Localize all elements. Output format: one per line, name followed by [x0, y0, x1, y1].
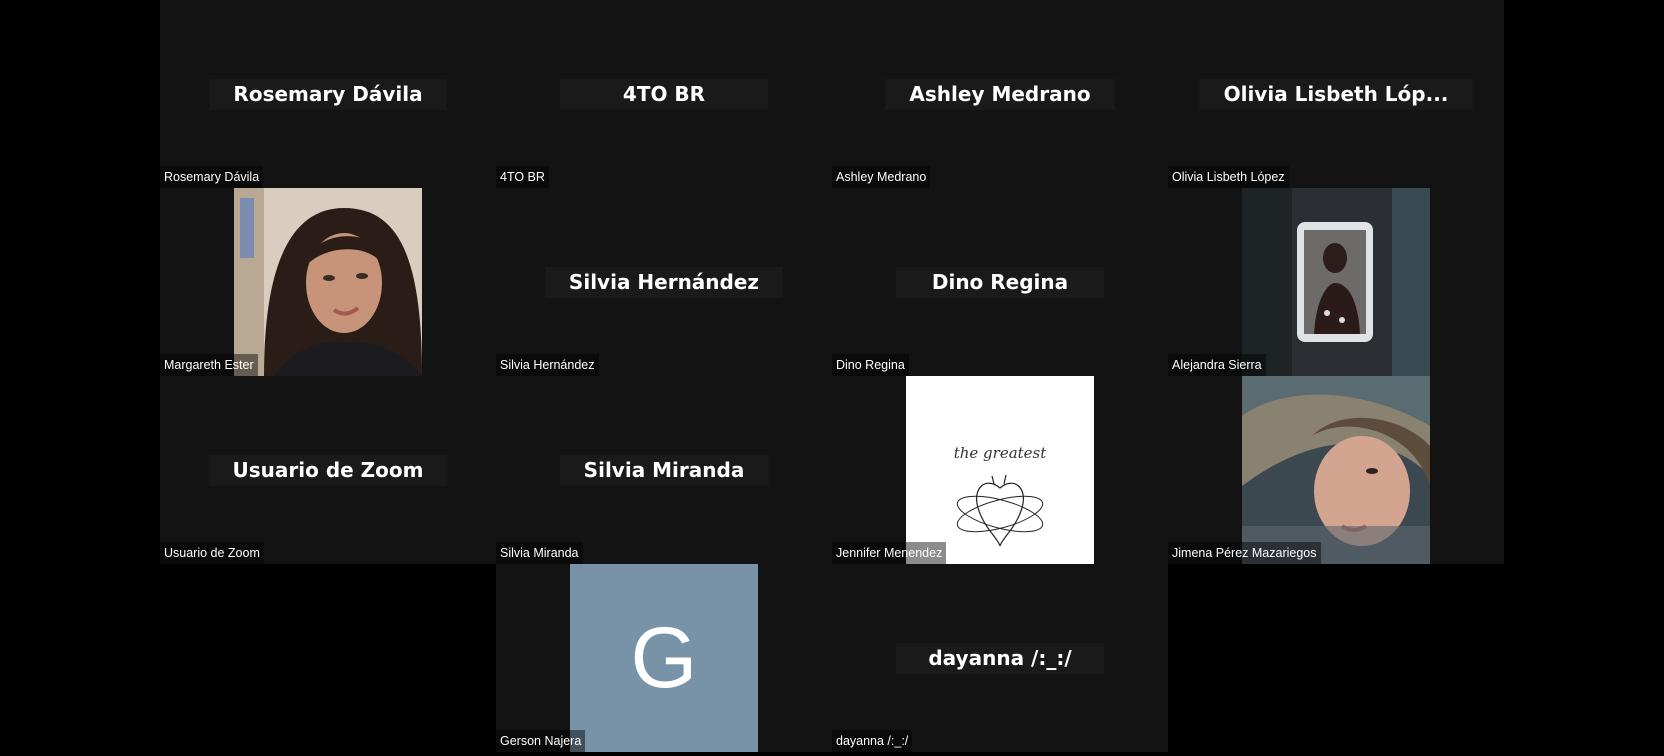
- participant-tile-jennifer-menendez[interactable]: the greatest Jennifer Menendez: [832, 376, 1168, 564]
- participant-name-label: Jennifer Menendez: [832, 542, 947, 564]
- participant-display-name: Rosemary Dávila: [209, 79, 447, 110]
- participant-name-label: 4TO BR: [496, 166, 549, 188]
- participant-tile-4to-br[interactable]: 4TO BR 4TO BR: [496, 0, 832, 188]
- participant-display-name: Olivia Lisbeth Lóp...: [1199, 79, 1473, 110]
- participant-tile-ashley-medrano[interactable]: Ashley Medrano Ashley Medrano: [832, 0, 1168, 188]
- participant-display-name: dayanna /:_:/: [896, 643, 1104, 674]
- participant-display-name: Ashley Medrano: [885, 79, 1115, 110]
- participant-tile-dino-regina[interactable]: Dino Regina Dino Regina: [832, 188, 1168, 376]
- art-text: the greatest: [954, 444, 1048, 462]
- profile-photo: [1242, 188, 1430, 376]
- participant-name-label: Usuario de Zoom: [160, 542, 264, 564]
- participant-name-label: Gerson Najera: [496, 730, 586, 752]
- participant-tile-alejandra-sierra[interactable]: Alejandra Sierra: [1168, 188, 1504, 376]
- participant-tile-dayanna[interactable]: dayanna /:_:/ dayanna /:_:/: [832, 564, 1168, 752]
- profile-photo: [1242, 376, 1430, 564]
- participant-tile-margareth-ester[interactable]: Margareth Ester: [160, 188, 496, 376]
- participant-display-name: Usuario de Zoom: [208, 455, 448, 486]
- participant-tile-rosemary-davila[interactable]: Rosemary Dávila Rosemary Dávila: [160, 0, 496, 188]
- participant-tile-olivia-lopez[interactable]: Olivia Lisbeth Lóp... Olivia Lisbeth Lóp…: [1168, 0, 1504, 188]
- participant-tile-gerson-najera[interactable]: G Gerson Najera: [496, 564, 832, 752]
- participant-name-label: Dino Regina: [832, 354, 909, 376]
- participant-name-label: Olivia Lisbeth López: [1168, 166, 1289, 188]
- profile-photo: the greatest: [906, 376, 1094, 564]
- participant-name-label: Silvia Miranda: [496, 542, 583, 564]
- participant-name-label: dayanna /:_:/: [832, 730, 913, 752]
- participant-display-name: Silvia Hernández: [544, 267, 784, 298]
- participant-tile-jimena-perez[interactable]: Jimena Pérez Mazariegos: [1168, 376, 1504, 564]
- participant-display-name: Silvia Miranda: [559, 455, 769, 486]
- participant-display-name: Dino Regina: [896, 267, 1104, 298]
- zoom-gallery-view: { "tiles": [ {"name":"Rosemary Dávila","…: [0, 0, 1664, 756]
- initial-avatar: G: [570, 564, 758, 752]
- participant-tile-silvia-miranda[interactable]: Silvia Miranda Silvia Miranda: [496, 376, 832, 564]
- participant-name-label: Jimena Pérez Mazariegos: [1168, 542, 1321, 564]
- participant-name-label: Ashley Medrano: [832, 166, 931, 188]
- participant-name-label: Alejandra Sierra: [1168, 354, 1266, 376]
- participant-tile-usuario-de-zoom[interactable]: Usuario de Zoom Usuario de Zoom: [160, 376, 496, 564]
- participant-tile-silvia-hernandez[interactable]: Silvia Hernández Silvia Hernández: [496, 188, 832, 376]
- participant-display-name: 4TO BR: [560, 79, 768, 110]
- participant-name-label: Silvia Hernández: [496, 354, 599, 376]
- participant-name-label: Rosemary Dávila: [160, 166, 264, 188]
- profile-photo: [234, 188, 422, 376]
- participant-name-label: Margareth Ester: [160, 354, 258, 376]
